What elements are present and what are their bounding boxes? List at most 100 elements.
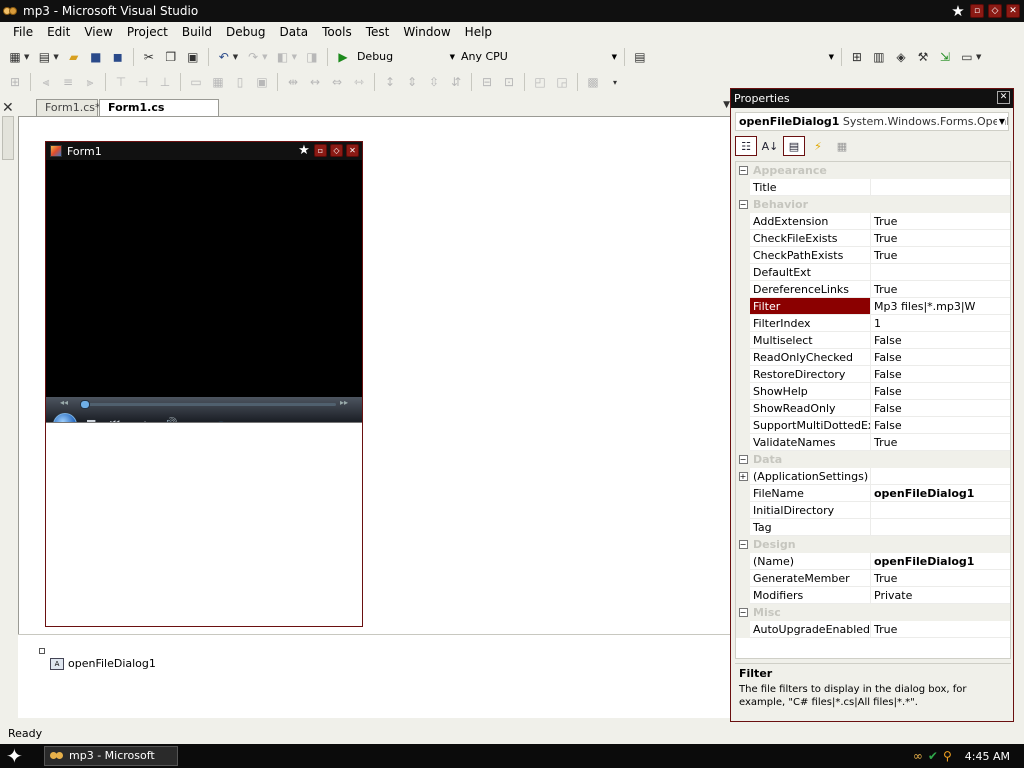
decrease-vertical-spacing-icon[interactable]: ⇳ [425, 73, 443, 91]
size-to-grid-icon[interactable]: ▦ [209, 73, 227, 91]
chevron-down-icon[interactable]: ▼ [976, 53, 981, 61]
maximize-button[interactable]: ◇ [988, 4, 1002, 18]
chevron-down-icon[interactable]: ▼ [53, 53, 58, 61]
property-row[interactable]: CheckPathExists True [736, 247, 1010, 264]
send-to-back-icon[interactable]: ◲ [553, 73, 571, 91]
property-value[interactable] [871, 519, 1010, 536]
property-value[interactable]: True [871, 213, 1010, 230]
center-vertically-icon[interactable]: ⊡ [500, 73, 518, 91]
remove-vertical-spacing-icon[interactable]: ⇵ [447, 73, 465, 91]
property-row[interactable]: AddExtension True [736, 213, 1010, 230]
start-page-icon[interactable]: ⇲ [936, 48, 954, 66]
pin-icon[interactable]: ★ [950, 3, 966, 19]
events-icon[interactable]: ⚡ [807, 136, 829, 156]
toolbox-tab[interactable] [2, 116, 14, 160]
toolbox-icon[interactable]: ⚒ [914, 48, 932, 66]
property-name[interactable]: FileName [750, 485, 871, 502]
property-name[interactable]: CheckPathExists [750, 247, 871, 264]
property-name[interactable]: (Name) [750, 553, 871, 570]
menu-test[interactable]: Test [359, 22, 397, 43]
property-value[interactable]: False [871, 349, 1010, 366]
property-value[interactable]: False [871, 383, 1010, 400]
vertical-spacing-equal-icon[interactable]: ↕ [381, 73, 399, 91]
bring-to-front-icon[interactable]: ◰ [531, 73, 549, 91]
align-lefts-icon[interactable]: ⫷ [37, 73, 55, 91]
increase-horizontal-spacing-icon[interactable]: ↔ [306, 73, 324, 91]
align-rights-icon[interactable]: ⫸ [81, 73, 99, 91]
category-row[interactable]: − Misc [736, 604, 1010, 621]
tab-form1-design[interactable]: Form1.cs [Design]* [99, 99, 219, 130]
property-value[interactable]: 1 [871, 315, 1010, 332]
property-value[interactable] [871, 179, 1010, 196]
category-row[interactable]: − Design [736, 536, 1010, 553]
property-row[interactable]: InitialDirectory [736, 502, 1010, 519]
property-row[interactable]: GenerateMember True [736, 570, 1010, 587]
add-item-icon[interactable]: ▤ [35, 48, 53, 66]
property-name[interactable]: RestoreDirectory [750, 366, 871, 383]
command-window-icon[interactable]: ▭ [958, 48, 976, 66]
make-same-size-icon[interactable]: ▣ [253, 73, 271, 91]
property-value[interactable] [871, 502, 1010, 519]
toolbox-autohide-icon[interactable]: ✕ [2, 100, 14, 116]
menu-edit[interactable]: Edit [40, 22, 77, 43]
property-row[interactable]: ShowReadOnly False [736, 400, 1010, 417]
categorized-icon[interactable]: ☷ [735, 136, 757, 156]
new-project-icon[interactable]: ▦ [6, 48, 24, 66]
property-name[interactable]: DereferenceLinks [750, 281, 871, 298]
property-name[interactable]: FilterIndex [750, 315, 871, 332]
property-name[interactable]: ShowReadOnly [750, 400, 871, 417]
property-name[interactable]: ShowHelp [750, 383, 871, 400]
save-icon[interactable]: ■ [87, 48, 105, 66]
property-row[interactable]: CheckFileExists True [736, 230, 1010, 247]
property-name[interactable]: Title [750, 179, 871, 196]
category-row[interactable]: − Data [736, 451, 1010, 468]
property-row[interactable]: + (ApplicationSettings) [736, 468, 1010, 485]
start-debugging-icon[interactable]: ▶ [334, 48, 352, 66]
property-name[interactable]: DefaultExt [750, 264, 871, 281]
lock-controls-icon[interactable]: ▩ [584, 73, 602, 91]
menu-tools[interactable]: Tools [315, 22, 359, 43]
close-icon[interactable]: ✕ [997, 91, 1010, 104]
menu-debug[interactable]: Debug [219, 22, 272, 43]
decrease-horizontal-spacing-icon[interactable]: ⇔ [328, 73, 346, 91]
property-row[interactable]: AutoUpgradeEnabled True [736, 621, 1010, 638]
center-horizontally-icon[interactable]: ⊟ [478, 73, 496, 91]
solution-platform-select[interactable]: Any CPU ▼ [458, 48, 620, 66]
horizontal-spacing-equal-icon[interactable]: ⇹ [284, 73, 302, 91]
align-centers-icon[interactable]: ≡ [59, 73, 77, 91]
navigate-backward-icon[interactable]: ◧ [274, 48, 292, 66]
property-row[interactable]: RestoreDirectory False [736, 366, 1010, 383]
open-folder-icon[interactable]: ▰ [65, 48, 83, 66]
property-row[interactable]: FileName openFileDialog1 [736, 485, 1010, 502]
category-row[interactable]: − Behavior [736, 196, 1010, 213]
property-name[interactable]: SupportMultiDottedExte [750, 417, 871, 434]
chevron-down-icon[interactable]: ▼ [292, 53, 297, 61]
collapse-icon[interactable]: − [736, 451, 750, 468]
menu-view[interactable]: View [77, 22, 119, 43]
network-icon[interactable]: ∞ [913, 749, 923, 763]
property-row[interactable]: Modifiers Private [736, 587, 1010, 604]
align-middles-icon[interactable]: ⊣ [134, 73, 152, 91]
property-row[interactable]: DereferenceLinks True [736, 281, 1010, 298]
make-same-height-icon[interactable]: ▯ [231, 73, 249, 91]
redo-icon[interactable]: ↷ [244, 48, 262, 66]
property-row[interactable]: (Name) openFileDialog1 [736, 553, 1010, 570]
property-row[interactable]: ReadOnlyChecked False [736, 349, 1010, 366]
property-value[interactable]: False [871, 366, 1010, 383]
property-value[interactable]: True [871, 230, 1010, 247]
property-row[interactable]: Multiselect False [736, 332, 1010, 349]
property-name[interactable]: GenerateMember [750, 570, 871, 587]
property-value[interactable]: True [871, 281, 1010, 298]
collapse-icon[interactable]: − [736, 196, 750, 213]
seek-bar[interactable] [80, 400, 336, 409]
make-same-width-icon[interactable]: ▭ [187, 73, 205, 91]
property-value[interactable]: True [871, 247, 1010, 264]
menu-file[interactable]: File [6, 22, 40, 43]
property-name[interactable]: ReadOnlyChecked [750, 349, 871, 366]
align-bottoms-icon[interactable]: ⊥ [156, 73, 174, 91]
property-row[interactable]: Title [736, 179, 1010, 196]
alphabetical-icon[interactable]: A↓ [759, 136, 781, 156]
start-button[interactable]: ✦ [6, 745, 23, 767]
windows-media-player-control[interactable]: ◂◂ ▸▸ ■ ⏮ ⏭ 🔊 [46, 160, 362, 440]
menu-help[interactable]: Help [458, 22, 499, 43]
